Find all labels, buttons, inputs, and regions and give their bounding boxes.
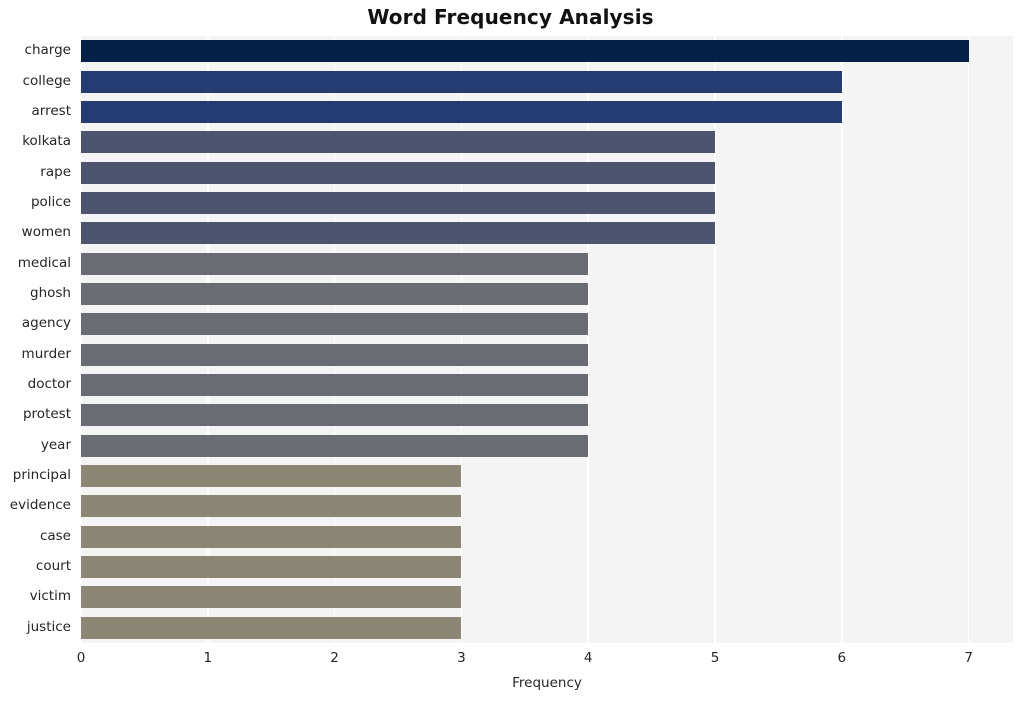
bar-evidence bbox=[81, 495, 462, 518]
y-tick-label-police: police bbox=[30, 193, 71, 210]
y-tick-label-agency: agency bbox=[21, 315, 71, 332]
y-tick-label-arrest: arrest bbox=[31, 102, 71, 119]
gridline-x-4 bbox=[587, 36, 589, 643]
y-tick-label-charge: charge bbox=[24, 42, 71, 59]
bar-rape bbox=[81, 161, 715, 184]
y-tick-label-protest: protest bbox=[22, 406, 71, 423]
y-tick-label-women: women bbox=[21, 224, 71, 241]
word-frequency-chart: Word Frequency Analysis charge college arr… bbox=[0, 0, 1021, 701]
y-tick-label-kolkata: kolkata bbox=[22, 133, 71, 150]
bar-medical bbox=[81, 252, 589, 275]
y-tick-label-ghosh: ghosh bbox=[30, 284, 71, 301]
bar-principal bbox=[81, 465, 462, 488]
x-tick-label-6: 6 bbox=[837, 650, 847, 666]
y-tick-label-case: case bbox=[39, 527, 71, 544]
bar-ghosh bbox=[81, 282, 589, 305]
bar-kolkata bbox=[81, 131, 715, 154]
bar-college bbox=[81, 70, 842, 93]
bar-year bbox=[81, 434, 589, 457]
bar-charge bbox=[81, 40, 969, 63]
bar-arrest bbox=[81, 100, 842, 123]
y-tick-label-doctor: doctor bbox=[27, 376, 71, 393]
bar-court bbox=[81, 556, 462, 579]
y-tick-label-victim: victim bbox=[29, 588, 71, 605]
y-tick-label-year: year bbox=[40, 436, 71, 453]
gridline-x-3 bbox=[460, 36, 463, 643]
x-tick-label-3: 3 bbox=[457, 650, 466, 666]
gridline-x-6 bbox=[841, 36, 843, 643]
bar-protest bbox=[81, 404, 589, 427]
y-tick-label-evidence: evidence bbox=[9, 497, 71, 514]
bar-justice bbox=[81, 616, 462, 639]
bar-women bbox=[81, 222, 715, 245]
y-tick-label-principal: principal bbox=[12, 467, 71, 484]
bar-murder bbox=[81, 343, 589, 366]
y-tick-label-murder: murder bbox=[21, 345, 71, 362]
x-tick-label-1: 1 bbox=[203, 650, 213, 666]
y-tick-label-college: college bbox=[22, 72, 71, 89]
x-axis-title: Frequency bbox=[512, 675, 582, 691]
bar-doctor bbox=[81, 374, 589, 397]
y-tick-label-justice: justice bbox=[26, 618, 71, 635]
gridline-x-2 bbox=[333, 36, 336, 643]
bar-police bbox=[81, 191, 715, 214]
y-tick-label-rape: rape bbox=[40, 163, 71, 180]
bar-case bbox=[81, 525, 462, 548]
bar-agency bbox=[81, 313, 589, 336]
y-tick-label-medical: medical bbox=[17, 254, 71, 271]
y-tick-label-court: court bbox=[35, 558, 71, 575]
x-tick-label-5: 5 bbox=[710, 650, 720, 666]
bar-victim bbox=[81, 586, 462, 609]
chart-title: Word Frequency Analysis bbox=[367, 5, 654, 29]
x-tick-label-0: 0 bbox=[76, 650, 86, 666]
x-tick-label-4: 4 bbox=[583, 650, 593, 666]
gridline-x-0 bbox=[81, 36, 82, 643]
gridline-x-5 bbox=[714, 36, 716, 643]
gridline-x-7 bbox=[967, 36, 970, 643]
gridline-x-1 bbox=[207, 36, 209, 643]
plot-area bbox=[81, 36, 1013, 643]
x-tick-label-7: 7 bbox=[964, 650, 973, 666]
x-tick-label-2: 2 bbox=[330, 650, 339, 666]
